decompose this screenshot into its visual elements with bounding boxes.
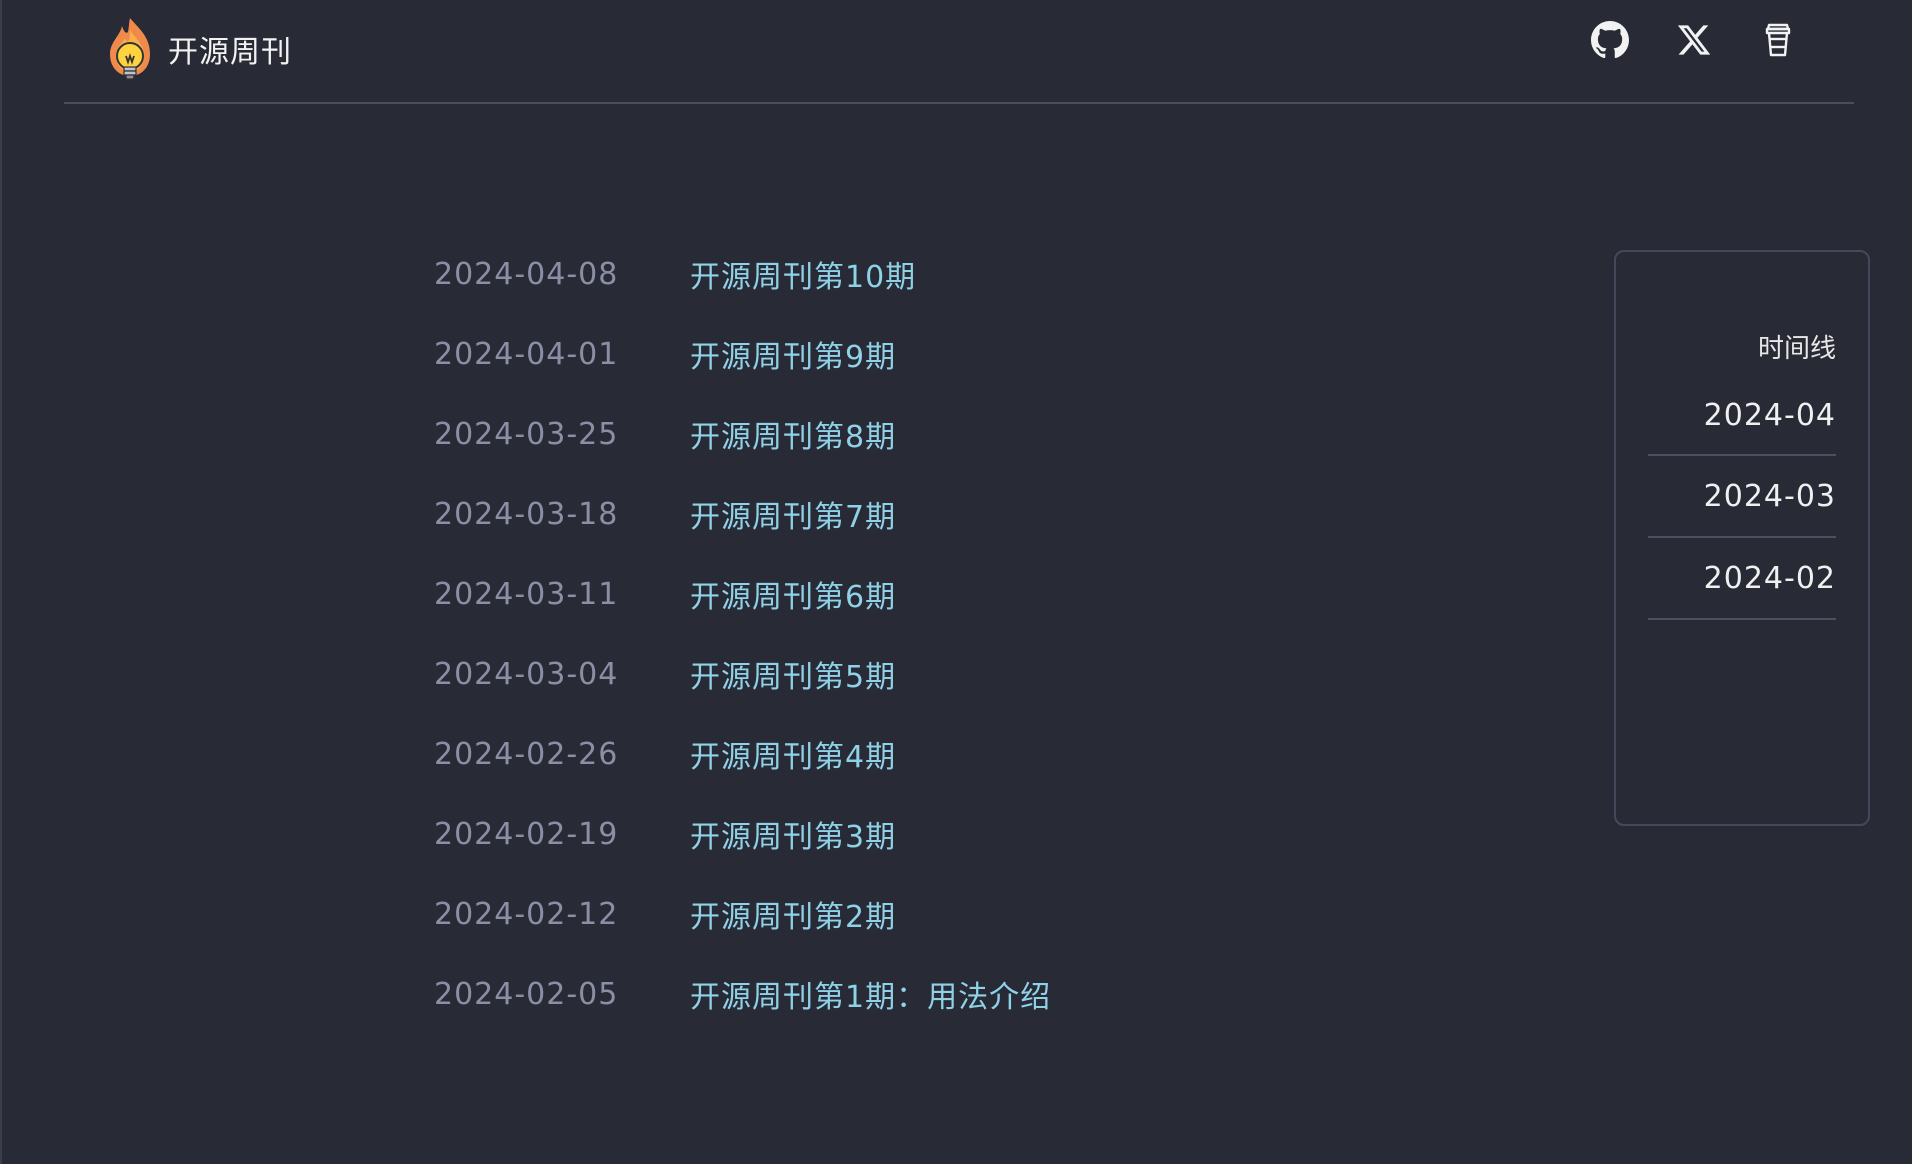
post-item: 2024-02-19 开源周刊第3期 bbox=[434, 794, 1051, 874]
post-date: 2024-04-01 bbox=[434, 336, 619, 372]
timeline-month-link[interactable]: 2024-04 bbox=[1648, 376, 1836, 456]
post-title-link[interactable]: 开源周刊第7期 bbox=[690, 492, 896, 536]
timeline-month-list: 2024-04 2024-03 2024-02 bbox=[1648, 376, 1836, 620]
post-date: 2024-03-11 bbox=[434, 576, 619, 612]
post-date: 2024-02-26 bbox=[434, 736, 619, 772]
post-item: 2024-02-05 开源周刊第1期：用法介绍 bbox=[434, 954, 1051, 1034]
post-date: 2024-02-19 bbox=[434, 816, 619, 852]
post-title-link[interactable]: 开源周刊第1期：用法介绍 bbox=[690, 972, 1051, 1016]
coffee-cup-icon[interactable] bbox=[1758, 20, 1798, 60]
site-header: 开源周刊 bbox=[64, 0, 1854, 104]
post-list: 2024-04-08 开源周刊第10期 2024-04-01 开源周刊第9期 2… bbox=[434, 234, 1051, 1034]
post-item: 2024-03-25 开源周刊第8期 bbox=[434, 394, 1051, 474]
lightbulb-flame-logo-icon bbox=[110, 18, 150, 80]
post-item: 2024-04-01 开源周刊第9期 bbox=[434, 314, 1051, 394]
post-item: 2024-03-04 开源周刊第5期 bbox=[434, 634, 1051, 714]
post-date: 2024-02-05 bbox=[434, 976, 619, 1012]
post-item: 2024-03-11 开源周刊第6期 bbox=[434, 554, 1051, 634]
post-title-link[interactable]: 开源周刊第9期 bbox=[690, 332, 896, 376]
page: 开源周刊 2024-04-08 开源周刊第10期 2024-04-01 开源周刊… bbox=[0, 0, 1912, 1164]
x-icon[interactable] bbox=[1674, 20, 1714, 60]
post-title-link[interactable]: 开源周刊第4期 bbox=[690, 732, 896, 776]
post-item: 2024-04-08 开源周刊第10期 bbox=[434, 234, 1051, 314]
post-item: 2024-02-26 开源周刊第4期 bbox=[434, 714, 1051, 794]
post-date: 2024-04-08 bbox=[434, 256, 619, 292]
post-title-link[interactable]: 开源周刊第2期 bbox=[690, 892, 896, 936]
timeline-month-link[interactable]: 2024-02 bbox=[1648, 538, 1836, 620]
timeline-panel: 时间线 2024-04 2024-03 2024-02 bbox=[1614, 250, 1870, 826]
post-title-link[interactable]: 开源周刊第6期 bbox=[690, 572, 896, 616]
timeline-month-link[interactable]: 2024-03 bbox=[1648, 456, 1836, 538]
home-link[interactable]: 开源周刊 bbox=[104, 14, 292, 84]
post-title-link[interactable]: 开源周刊第10期 bbox=[690, 252, 916, 296]
post-date: 2024-03-25 bbox=[434, 416, 619, 452]
post-item: 2024-02-12 开源周刊第2期 bbox=[434, 874, 1051, 954]
timeline-title: 时间线 bbox=[1757, 334, 1836, 364]
post-item: 2024-03-18 开源周刊第7期 bbox=[434, 474, 1051, 554]
post-title-link[interactable]: 开源周刊第8期 bbox=[690, 412, 896, 456]
post-date: 2024-03-04 bbox=[434, 656, 619, 692]
site-title: 开源周刊 bbox=[168, 35, 292, 70]
header-icon-bar bbox=[1590, 20, 1798, 60]
post-date: 2024-03-18 bbox=[434, 496, 619, 532]
github-icon[interactable] bbox=[1590, 20, 1630, 60]
post-title-link[interactable]: 开源周刊第3期 bbox=[690, 812, 896, 856]
post-title-link[interactable]: 开源周刊第5期 bbox=[690, 652, 896, 696]
post-date: 2024-02-12 bbox=[434, 896, 619, 932]
